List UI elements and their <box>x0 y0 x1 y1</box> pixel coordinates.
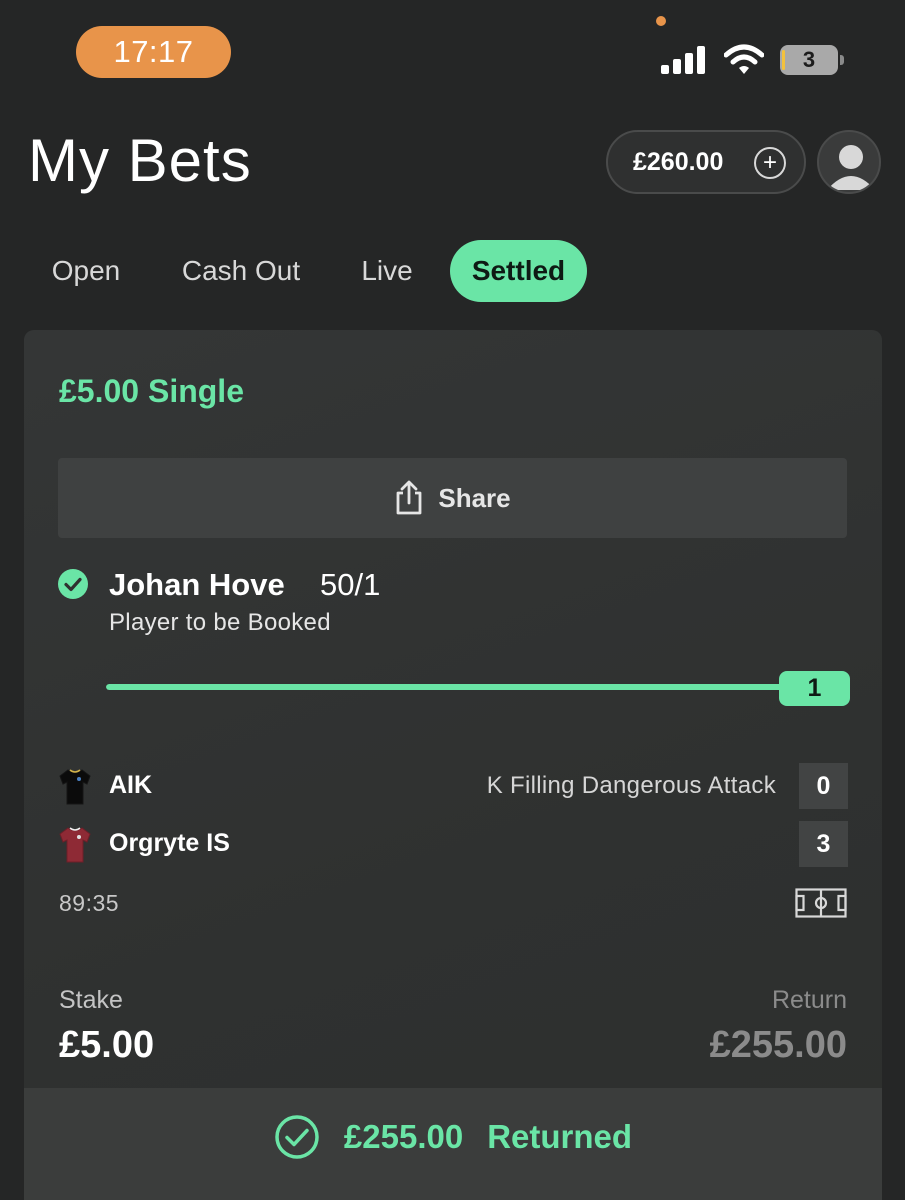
share-icon <box>396 480 422 515</box>
privacy-indicator-dot <box>656 16 666 26</box>
home-score: 0 <box>799 763 848 809</box>
battery-level: 3 <box>802 47 816 72</box>
battery-icon: 3 <box>780 45 838 75</box>
away-score: 3 <box>799 821 848 867</box>
tab-open[interactable]: Open <box>30 240 142 302</box>
balance-amount: £260.00 <box>633 147 724 176</box>
stake-value: £5.00 <box>59 1024 155 1066</box>
returned-amount: £255.00 <box>343 1118 464 1155</box>
share-label: Share <box>438 482 511 513</box>
match-event-text: K Filling Dangerous Attack <box>486 772 776 799</box>
pitch-icon[interactable] <box>795 888 847 918</box>
check-circle-icon <box>58 569 88 599</box>
selection-odds: 50/1 <box>320 567 381 602</box>
balance-button[interactable]: £260.00 + <box>606 130 806 194</box>
home-team-name: AIK <box>109 771 153 799</box>
avatar-icon[interactable] <box>817 130 881 194</box>
returned-banner: £255.00 Returned <box>24 1088 882 1200</box>
bet-title: £5.00 Single <box>59 373 244 409</box>
bet-card: £5.00 Single Share Johan Hove 50/1 Playe… <box>24 330 882 1200</box>
progress-track <box>106 684 786 690</box>
check-circle-outline-icon <box>275 1115 319 1159</box>
page-title: My Bets <box>28 127 252 194</box>
selection-name: Johan Hove <box>109 567 285 602</box>
tab-cash-out[interactable]: Cash Out <box>160 240 322 302</box>
signal-icon <box>661 46 705 74</box>
home-team-row: AIK K Filling Dangerous Attack 0 <box>58 763 848 809</box>
progress-badge: 1 <box>779 671 850 706</box>
tab-live[interactable]: Live <box>342 240 432 302</box>
tab-settled[interactable]: Settled <box>450 240 587 302</box>
progress-fill <box>106 684 786 690</box>
wifi-icon <box>724 44 764 74</box>
return-value: £255.00 <box>709 1024 847 1066</box>
plus-circle-icon: + <box>754 147 786 179</box>
stake-label: Stake <box>59 986 123 1014</box>
away-shirt-icon <box>59 827 91 863</box>
returned-label: Returned <box>487 1118 633 1155</box>
status-time: 17:17 <box>76 26 231 78</box>
home-shirt-icon <box>59 769 91 805</box>
away-team-row: Orgryte IS 3 <box>58 821 848 867</box>
market-name: Player to be Booked <box>109 609 331 636</box>
match-clock: 89:35 <box>59 890 120 916</box>
away-team-name: Orgryte IS <box>109 829 230 857</box>
share-button[interactable]: Share <box>58 458 847 538</box>
return-label: Return <box>771 986 847 1014</box>
battery-tip <box>840 55 844 65</box>
bet-tabs: Open Cash Out Live Settled <box>0 240 905 302</box>
